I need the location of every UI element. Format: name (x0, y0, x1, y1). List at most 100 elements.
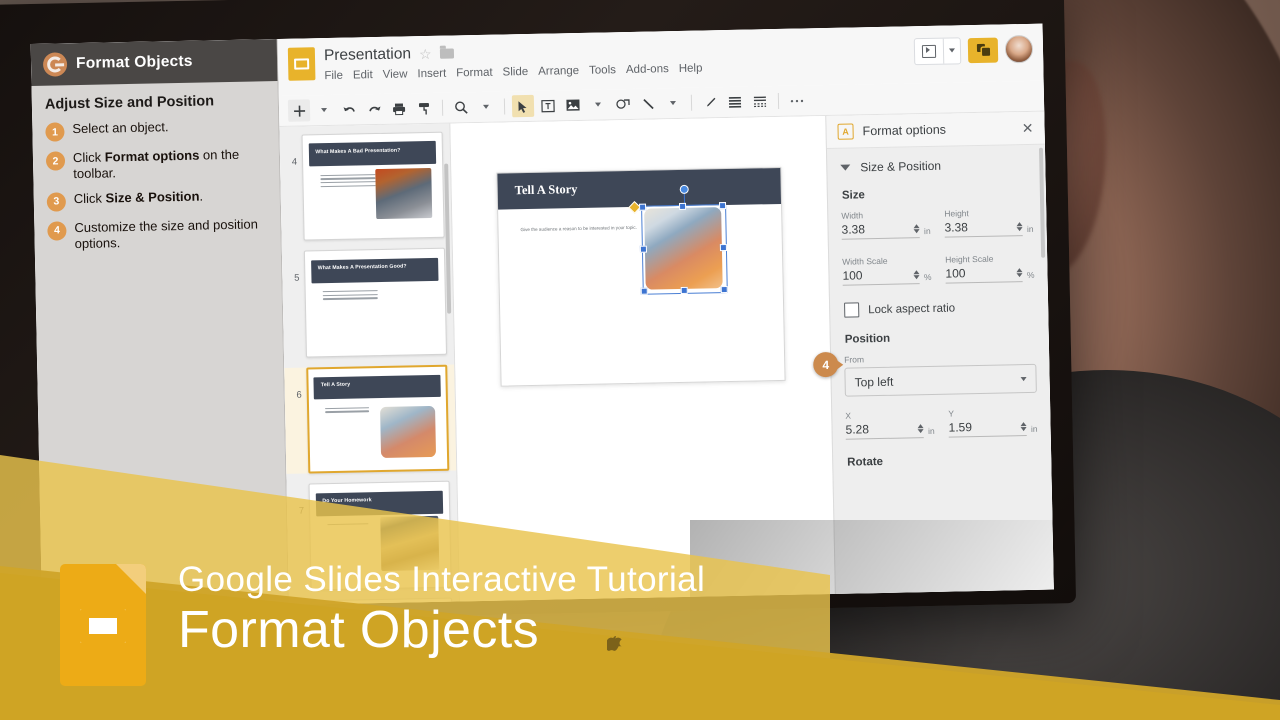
shape-icon[interactable] (612, 93, 634, 115)
thumbnail-image (376, 168, 433, 219)
width-field[interactable]: Width 3.38 in (841, 209, 931, 240)
x-input[interactable]: 5.28 (845, 421, 924, 440)
height-field[interactable]: Height 3.38 in (944, 207, 1034, 238)
resize-handle-s[interactable] (681, 287, 688, 294)
chevron-down-icon[interactable] (949, 48, 955, 52)
y-value: 1.59 (948, 420, 972, 434)
folder-icon[interactable] (439, 48, 453, 58)
height-scale-value: 100 (945, 266, 965, 280)
slide-filmstrip[interactable]: 4 What Makes A Bad Presentation? 5 (279, 124, 460, 605)
menu-item-tools[interactable]: Tools (589, 64, 616, 77)
slide-title[interactable]: Tell A Story (515, 182, 578, 198)
y-input[interactable]: 1.59 (948, 419, 1027, 438)
height-scale-label: Height Scale (945, 253, 1034, 265)
thumbnail-title: Do Your Homework (322, 497, 371, 504)
screenshot-stage: Format Objects Adjust Size and Position … (0, 0, 1280, 720)
undo-icon[interactable] (338, 98, 360, 120)
title-area: Presentation ☆ File Edit View Insert For… (324, 33, 906, 82)
lock-aspect-ratio-row[interactable]: Lock aspect ratio (844, 299, 1035, 318)
line-dropdown-icon[interactable] (662, 92, 684, 114)
select-tool-icon[interactable] (512, 95, 534, 117)
layout-icon[interactable] (749, 90, 771, 112)
height-scale-unit: % (1027, 270, 1035, 282)
pen-icon[interactable] (699, 91, 721, 113)
background-icon[interactable] (724, 91, 746, 113)
present-button[interactable] (914, 37, 962, 65)
monitor-screen: Format Objects Adjust Size and Position … (31, 24, 1054, 610)
width-label: Width (841, 209, 930, 221)
star-icon[interactable]: ☆ (419, 45, 432, 62)
resize-handle-ne[interactable] (719, 202, 726, 209)
paint-format-icon[interactable] (413, 97, 435, 119)
slide-thumbnail[interactable]: What Makes A Bad Presentation? (302, 132, 445, 241)
menu-item-addons[interactable]: Add-ons (626, 63, 669, 76)
zoom-icon[interactable] (450, 96, 472, 118)
resize-handle-w[interactable] (640, 246, 647, 253)
x-field[interactable]: X 5.28 in (845, 409, 935, 440)
width-scale-stepper[interactable] (914, 270, 920, 279)
slide-body-text[interactable]: Give the audience a reason to be interes… (520, 224, 648, 234)
size-position-section-header[interactable]: Size & Position (840, 157, 1032, 175)
y-stepper[interactable] (1021, 422, 1027, 431)
resize-handle-nw[interactable] (639, 204, 646, 211)
filmstrip-slide-5[interactable]: 5 What Makes A Presentation Good? (282, 248, 454, 358)
menu-item-format[interactable]: Format (456, 67, 493, 80)
height-value: 3.38 (944, 220, 968, 234)
print-icon[interactable] (388, 97, 410, 119)
resize-handle-sw[interactable] (641, 288, 648, 295)
slide-number: 6 (289, 367, 302, 400)
filmstrip-slide-4[interactable]: 4 What Makes A Bad Presentation? (280, 132, 452, 242)
width-scale-input[interactable]: 100 (842, 267, 920, 286)
avatar[interactable] (1005, 35, 1034, 64)
slide-thumbnail[interactable]: What Makes A Presentation Good? (304, 248, 447, 357)
instruction-panel-body: Adjust Size and Position 1 Select an obj… (32, 81, 281, 261)
close-icon[interactable]: ✕ (1022, 119, 1034, 136)
selection-box[interactable] (641, 204, 728, 295)
menu-item-arrange[interactable]: Arrange (538, 65, 579, 78)
line-icon[interactable] (637, 92, 659, 114)
height-scale-field[interactable]: Height Scale 100 % (945, 253, 1035, 284)
width-scale-field[interactable]: Width Scale 100 % (842, 255, 932, 286)
width-stepper[interactable] (914, 224, 920, 233)
position-from-select[interactable]: Top left (844, 364, 1037, 397)
xy-fields-row: X 5.28 in (845, 407, 1038, 440)
height-input[interactable]: 3.38 (944, 219, 1023, 238)
height-scale-stepper[interactable] (1017, 268, 1023, 277)
chevron-down-icon[interactable] (840, 165, 850, 171)
height-scale-input[interactable]: 100 (945, 265, 1023, 284)
menu-item-view[interactable]: View (383, 68, 408, 80)
lock-aspect-ratio-checkbox[interactable] (844, 302, 859, 317)
format-options-panel: 4 A Format options ✕ Size & Position (825, 112, 1054, 594)
filmstrip-slide-6[interactable]: 6 Tell A Story (284, 364, 456, 474)
menu-item-help[interactable]: Help (679, 62, 703, 74)
new-slide-icon[interactable] (288, 99, 310, 121)
format-panel-body: Size & Position Size Width 3.38 (827, 145, 1054, 594)
width-input[interactable]: 3.38 (841, 221, 920, 240)
menu-item-edit[interactable]: Edit (353, 69, 373, 81)
image-dropdown-icon[interactable] (587, 93, 609, 115)
menu-item-insert[interactable]: Insert (417, 68, 446, 81)
more-options-icon[interactable] (786, 89, 808, 111)
height-stepper[interactable] (1017, 222, 1023, 231)
document-title[interactable]: Presentation (324, 45, 411, 65)
y-field[interactable]: Y 1.59 in (948, 407, 1038, 438)
format-options-icon: A (837, 123, 853, 139)
redo-icon[interactable] (363, 98, 385, 120)
zoom-dropdown-icon[interactable] (475, 96, 497, 118)
new-slide-dropdown-icon[interactable] (313, 99, 335, 121)
current-slide[interactable]: Tell A Story Give the audience a reason … (496, 167, 785, 387)
scale-fields-row: Width Scale 100 % (842, 253, 1035, 286)
resize-handle-n[interactable] (679, 203, 686, 210)
menu-item-slide[interactable]: Slide (502, 66, 528, 79)
lock-aspect-ratio-label: Lock aspect ratio (868, 302, 955, 316)
share-button[interactable] (968, 37, 998, 63)
menu-item-file[interactable]: File (324, 70, 343, 82)
slide-thumbnail-selected[interactable]: Tell A Story (306, 364, 449, 474)
slide-canvas[interactable]: Tell A Story Give the audience a reason … (450, 116, 835, 601)
x-stepper[interactable] (918, 424, 924, 433)
resize-handle-se[interactable] (721, 286, 728, 293)
insert-image-icon[interactable] (562, 94, 584, 116)
text-box-icon[interactable] (537, 94, 559, 116)
width-value: 3.38 (841, 222, 865, 236)
resize-handle-e[interactable] (720, 244, 727, 251)
